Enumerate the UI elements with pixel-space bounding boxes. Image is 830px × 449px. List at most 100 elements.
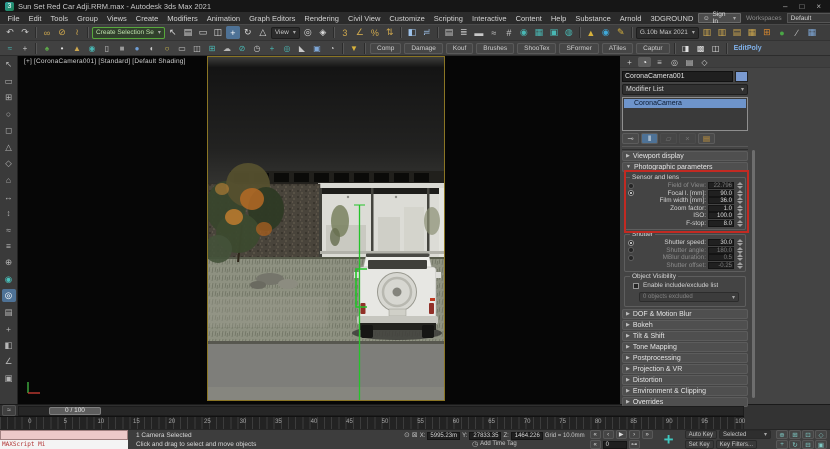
spinner[interactable]	[736, 247, 743, 254]
select-object-icon[interactable]: ↖	[166, 26, 180, 39]
redo-icon[interactable]: ↷	[18, 26, 32, 39]
menu-file[interactable]: File	[3, 14, 24, 23]
ribbon-icon[interactable]: ▬	[472, 26, 486, 39]
sformer-button[interactable]: SFormer	[559, 43, 598, 54]
radio-field-of-view[interactable]	[628, 183, 634, 189]
menu-scripting[interactable]: Scripting	[429, 14, 467, 23]
spinner[interactable]	[736, 197, 743, 204]
page-icon[interactable]: ▯	[100, 42, 114, 54]
spinner[interactable]	[736, 182, 743, 189]
key-mode-toggle[interactable]: ⊶	[629, 440, 640, 449]
menu-substance[interactable]: Substance	[571, 14, 615, 23]
wave-icon[interactable]: ≈	[2, 223, 16, 236]
material-ball-icon[interactable]: ◉	[2, 273, 16, 286]
vertex-paint-icon[interactable]: ≈	[3, 42, 17, 54]
modifier-stack-item-coronacamera[interactable]: CoronaCamera	[624, 99, 746, 108]
previous-key-button[interactable]: «	[590, 440, 601, 449]
brushes-button[interactable]: Brushes	[476, 43, 514, 54]
zoom-extents-icon[interactable]: ⊡	[802, 430, 814, 439]
panel-tool-icon[interactable]: ▤	[2, 306, 16, 319]
object-color-swatch[interactable]	[735, 71, 748, 82]
mini-curve-editor-button[interactable]: ≈	[2, 405, 16, 416]
menu-tools[interactable]: Tools	[46, 14, 73, 23]
target-icon[interactable]: ◎	[280, 42, 294, 54]
align-icon[interactable]: ≓	[420, 26, 434, 39]
dot-icon[interactable]: •	[55, 42, 69, 54]
value-shutter-speed[interactable]: 30.0	[708, 239, 734, 246]
fov-icon[interactable]: ◇	[815, 430, 827, 439]
triangle-tool-icon[interactable]: △	[2, 141, 16, 154]
tab-display[interactable]: ▤	[683, 57, 696, 67]
target-tool-icon[interactable]: ◎	[2, 289, 16, 302]
menu-help[interactable]: Help	[546, 14, 570, 23]
h-move-icon[interactable]: ↔	[2, 190, 16, 203]
value-f-stop[interactable]: 8.0	[708, 220, 734, 227]
value-iso[interactable]: 100.0	[708, 212, 734, 219]
select-manipulate-icon[interactable]: ◈	[316, 26, 330, 39]
maxscript-listener-pane[interactable]: MAXScript Mi	[0, 440, 128, 449]
viewport[interactable]: [+] [CoronaCamera001] [Standard] [Defaul…	[18, 56, 620, 404]
orbit-icon[interactable]: ↻	[789, 440, 801, 449]
comp-button[interactable]: Comp	[370, 43, 401, 54]
use-pivot-center-icon[interactable]: ◎	[301, 26, 315, 39]
rollout-distortion[interactable]: Distortion	[622, 375, 748, 385]
rollout-postprocessing[interactable]: Postprocessing	[622, 353, 748, 363]
value-field-of-view[interactable]: 22.796	[708, 182, 734, 189]
captur-button[interactable]: Captur	[636, 43, 670, 54]
unlink-icon[interactable]: ⊘	[55, 26, 69, 39]
maximize-button[interactable]: □	[799, 2, 804, 11]
menu-graph-editors[interactable]: Graph Editors	[245, 14, 300, 23]
param-f-stop[interactable]: F-stop:8.0	[627, 220, 743, 228]
param-focal-l-mm[interactable]: Focal l. [mm]:90.0	[627, 190, 743, 198]
angle-tool-icon[interactable]: ∠	[2, 355, 16, 368]
param-shutter-angle[interactable]: Shutter angle:180.0	[627, 247, 743, 255]
monitor-icon[interactable]: ▦	[805, 26, 819, 39]
value-zoom-factor[interactable]: 1.0	[708, 205, 734, 212]
value-shutter-offset[interactable]: -0.25	[708, 262, 734, 269]
include-exclude-button[interactable]: 0 objects excluded	[639, 292, 739, 302]
spinner[interactable]	[736, 220, 743, 227]
add-time-tag-button[interactable]: ◷ Add Time Tag	[404, 441, 585, 448]
render-production-icon[interactable]: ◍	[562, 26, 576, 39]
cloud-icon[interactable]: ☁	[220, 42, 234, 54]
panel-splitter[interactable]	[622, 146, 748, 150]
box-tool-icon[interactable]: ◻	[2, 124, 16, 137]
angle-snap-icon[interactable]: ∠	[353, 26, 367, 39]
folder-icon[interactable]: ▤	[730, 26, 744, 39]
circle-tool-icon[interactable]: ○	[2, 108, 16, 121]
x-coordinate-field[interactable]: 5995.23m	[427, 432, 460, 440]
material-editor-icon[interactable]: ◉	[517, 26, 531, 39]
param-shutter-speed[interactable]: Shutter speed:30.0	[627, 239, 743, 247]
list-icon[interactable]: ≡	[2, 240, 16, 253]
named-selection-set-field[interactable]: Create Selection Se	[92, 27, 165, 39]
home-icon[interactable]: ⌂	[2, 174, 16, 187]
layer-explorer-icon[interactable]: ≣	[457, 26, 471, 39]
teal-plus-icon[interactable]: +	[658, 431, 680, 449]
current-frame-field[interactable]: 0	[603, 441, 627, 449]
radio-shutter-speed[interactable]	[628, 240, 634, 246]
panel-scrollbar[interactable]	[752, 150, 755, 398]
radio-focal-l-mm[interactable]	[628, 190, 634, 196]
window-icon[interactable]: ◫	[190, 42, 204, 54]
show-end-result-button[interactable]: ‖	[641, 133, 658, 144]
menu-content[interactable]: Content	[511, 14, 546, 23]
param-shutter-offset[interactable]: Shutter offset:-0.25	[627, 262, 743, 270]
close-button[interactable]: ×	[816, 2, 821, 11]
menu-group[interactable]: Group	[73, 14, 103, 23]
cone-icon[interactable]: ▲	[70, 42, 84, 54]
schematic-view-icon[interactable]: #	[502, 26, 516, 39]
select-scale-icon[interactable]: △	[256, 26, 270, 39]
param-zoom-factor[interactable]: Zoom factor:1.0	[627, 205, 743, 213]
selection-lock-icon[interactable]: ⊠	[412, 432, 418, 439]
tab-utilities[interactable]: ◇	[698, 57, 711, 67]
value-film-width-mm[interactable]: 36.0	[708, 197, 734, 204]
spinner[interactable]	[736, 254, 743, 261]
configure-modifier-sets-button[interactable]: ▤	[698, 133, 715, 144]
checkbox-icon[interactable]	[633, 283, 639, 289]
spinner[interactable]	[736, 190, 743, 197]
rollout-dof-motion-blur[interactable]: DOF & Motion Blur	[622, 309, 748, 319]
grid-snap-icon[interactable]: ⊞	[2, 91, 16, 104]
max-version-dropdown[interactable]: G.10b Max 2021	[636, 27, 699, 39]
rollout-environment-clipping[interactable]: Environment & Clipping	[622, 386, 748, 396]
rollout-projection-vr[interactable]: Projection & VR	[622, 364, 748, 374]
